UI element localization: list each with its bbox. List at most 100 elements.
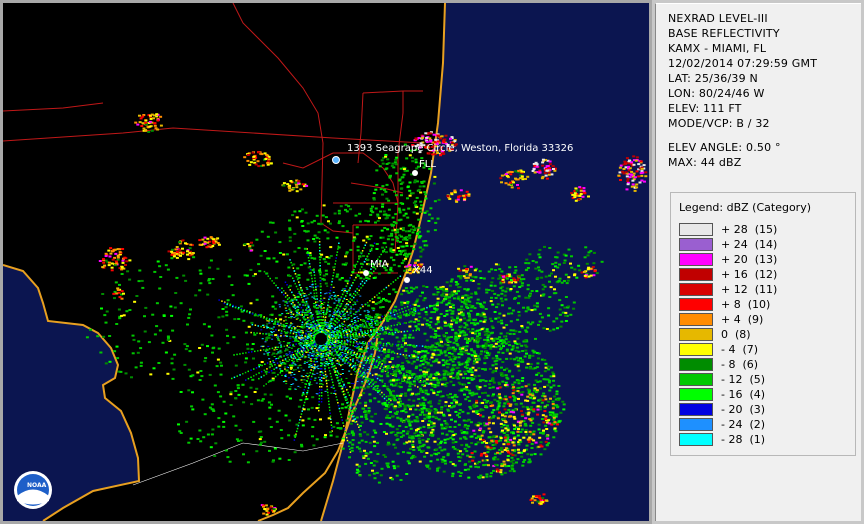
echo-pixel (423, 332, 427, 335)
spoke-pixel (271, 365, 273, 367)
echo-pixel (549, 286, 553, 289)
spoke-pixel (326, 361, 329, 363)
echo-pixel (433, 440, 437, 443)
echo-pixel (489, 475, 493, 478)
echo-pixel (515, 290, 519, 293)
clutter-pixel (316, 320, 319, 322)
spoke-pixel (317, 304, 319, 306)
spoke-pixel (356, 423, 359, 426)
spoke-pixel (312, 317, 314, 320)
spoke-pixel (302, 346, 305, 349)
spoke-pixel (341, 322, 343, 325)
echo-pixel (399, 314, 403, 317)
clutter-pixel (280, 332, 283, 334)
echo-pixel (499, 297, 503, 300)
echo-pixel (377, 316, 381, 319)
spoke-pixel (338, 324, 341, 326)
spoke-pixel (248, 351, 250, 354)
spoke-pixel (350, 306, 352, 308)
echo-pixel (459, 318, 463, 321)
echo-pixel (441, 395, 445, 398)
echo-pixel (407, 291, 411, 294)
clutter-pixel (356, 359, 359, 361)
spoke-pixel (306, 321, 308, 323)
echo-pixel (413, 303, 417, 306)
clutter-pixel (310, 333, 312, 334)
echo-pixel (463, 365, 467, 368)
spoke-pixel (406, 330, 409, 332)
echo-pixel (490, 296, 493, 299)
echo-pixel (451, 293, 455, 296)
spoke-pixel (337, 315, 340, 317)
spoke-pixel (333, 350, 336, 352)
echo-pixel (454, 441, 458, 443)
spoke-pixel (316, 355, 318, 357)
spoke-pixel (354, 368, 356, 370)
spoke-pixel (325, 355, 327, 357)
spoke-pixel (355, 345, 357, 347)
spoke-pixel (390, 312, 392, 314)
spoke-pixel (304, 350, 307, 352)
echo-pixel (476, 329, 480, 332)
echo-pixel (381, 369, 385, 372)
spoke-pixel (308, 374, 310, 377)
echo-pixel (426, 464, 430, 467)
echo-pixel (564, 296, 568, 298)
spoke-pixel (335, 257, 337, 259)
spoke-pixel (361, 332, 363, 334)
echo-pixel (418, 295, 422, 297)
spoke-pixel (337, 308, 340, 310)
spoke-pixel (318, 349, 320, 352)
clutter-pixel (339, 298, 342, 300)
spoke-pixel (337, 404, 340, 407)
echo-pixel (424, 357, 428, 360)
echo-pixel (492, 381, 496, 384)
spoke-pixel (260, 376, 263, 378)
spoke-pixel (308, 260, 310, 262)
spoke-pixel (308, 319, 311, 321)
spoke-pixel (324, 331, 326, 334)
echo-pixel (491, 303, 495, 306)
spoke-pixel (361, 355, 364, 357)
spoke-pixel (398, 377, 400, 379)
echo-pixel (520, 455, 524, 458)
echo-pixel (469, 367, 473, 370)
spoke-pixel (352, 323, 354, 325)
spoke-pixel (312, 345, 314, 347)
spoke-pixel (336, 304, 339, 306)
radar-map[interactable]: 1393 Seagrape Circle, Weston, Florida 33… (3, 3, 649, 521)
spoke-pixel (370, 385, 373, 387)
echo-pixel (419, 431, 423, 434)
echo-pixel (547, 419, 550, 422)
clutter-pixel (347, 314, 350, 316)
spoke-pixel (374, 322, 377, 325)
echo-pixel (484, 344, 488, 347)
spoke-pixel (361, 357, 363, 359)
echo-pixel (562, 408, 566, 411)
clutter-pixel (339, 344, 342, 346)
echo-pixel (499, 332, 503, 335)
spoke-pixel (313, 337, 315, 339)
echo-pixel (433, 332, 437, 335)
spoke-pixel (369, 300, 371, 302)
echo-pixel (443, 441, 447, 444)
echo-pixel (400, 303, 404, 306)
clutter-pixel (282, 328, 285, 330)
clutter-pixel (311, 355, 314, 356)
echo-pixel (409, 408, 412, 411)
spoke-pixel (320, 389, 323, 391)
spoke-pixel (300, 355, 303, 357)
echo-pixel (395, 382, 399, 385)
clutter-pixel (328, 325, 331, 327)
clutter-pixel (368, 366, 371, 368)
clutter-pixel (284, 319, 287, 321)
echo-pixel (548, 296, 552, 298)
echo-pixel (405, 432, 409, 435)
spoke-pixel (311, 324, 314, 327)
echo-pixel (528, 460, 532, 463)
spoke-pixel (246, 311, 248, 313)
spoke-pixel (290, 299, 292, 301)
echo-pixel (544, 424, 548, 427)
echo-pixel (450, 402, 454, 405)
spoke-pixel (355, 407, 357, 410)
